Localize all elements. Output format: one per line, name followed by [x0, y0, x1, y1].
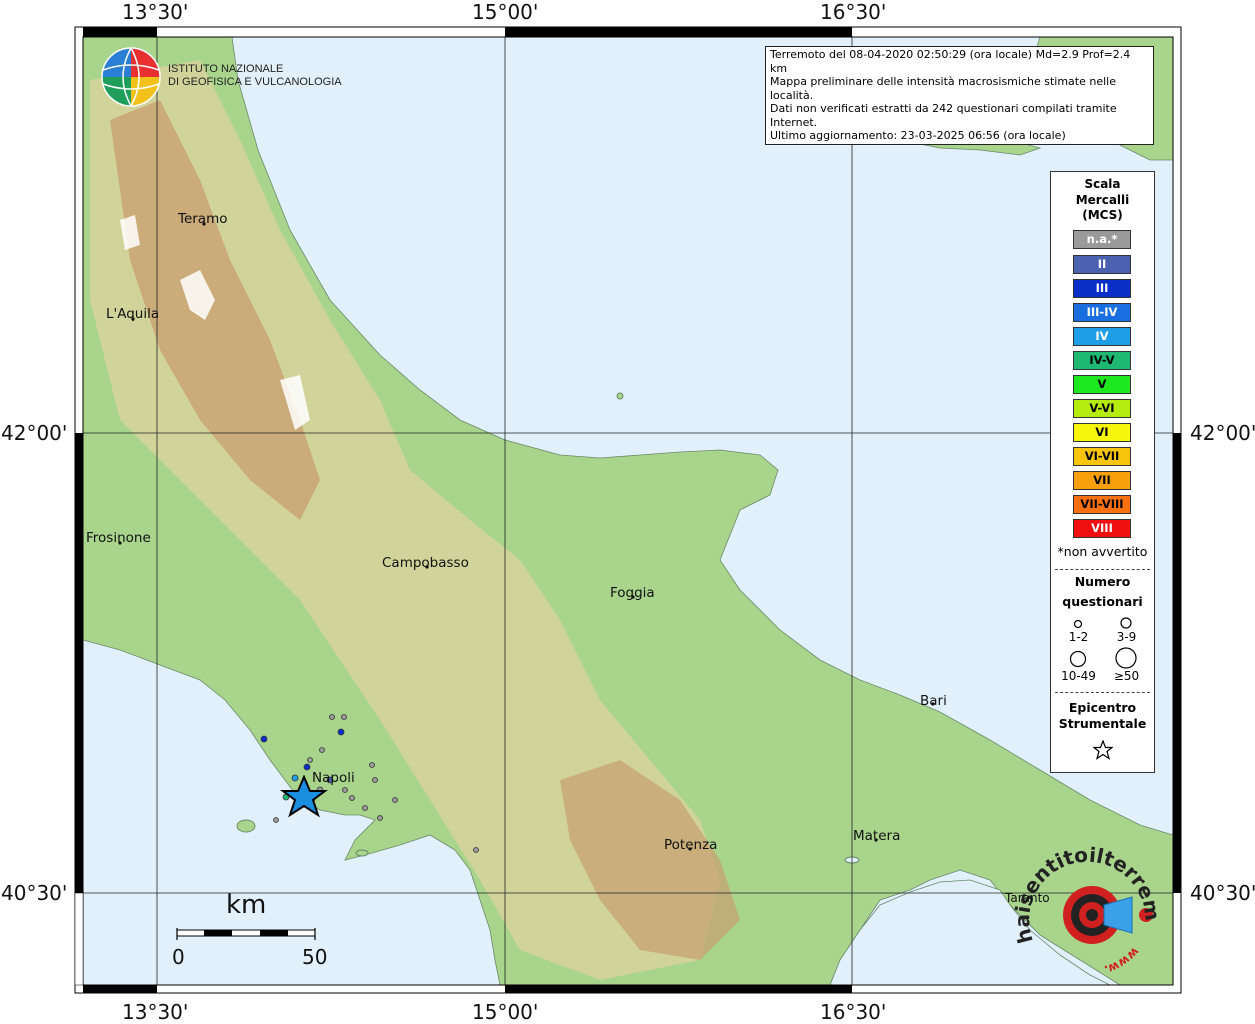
city-label-napoli: Napoli: [312, 770, 355, 786]
city-label-foggia: Foggia: [610, 585, 655, 601]
legend-title-line-2: Mercalli: [1075, 192, 1130, 207]
city-label-potenza: Potenza: [664, 837, 718, 853]
legend-mcs-item: III: [1073, 279, 1131, 298]
count-symbol-medium: [1120, 617, 1132, 629]
lat-label-left-2: 40°30': [1, 881, 68, 905]
legend-mcs-item: VII: [1073, 471, 1131, 490]
city-label-matera: Matera: [853, 828, 901, 844]
legend-mcs-item: n.a.*: [1073, 230, 1131, 249]
ingv-logo-icon: [101, 47, 161, 107]
earthquake-info-box: Terremoto del 08-04-2020 02:50:29 (ora l…: [765, 46, 1154, 145]
legend-count-title-2: questionari: [1062, 594, 1143, 609]
lat-label-right-1: 42°00': [1190, 421, 1255, 445]
island-ischia: [236, 819, 256, 833]
lon-label-bottom-2: 15°00': [472, 1000, 539, 1024]
logo-line-1: ISTITUTO NAZIONALE: [168, 63, 284, 75]
legend-divider-2: [1055, 692, 1150, 693]
scale-right-value: 50: [302, 945, 328, 969]
scale-left-value: 0: [172, 945, 185, 969]
count-symbol-xlarge: [1115, 647, 1137, 669]
city-label-bari: Bari: [920, 693, 947, 709]
lon-label-top-1: 13°30': [122, 0, 189, 24]
count-symbol-small: [1073, 619, 1083, 629]
lat-label-right-2: 40°30': [1190, 881, 1255, 905]
city-label-frosinone: Frosinone: [86, 530, 151, 546]
info-line-4: Ultimo aggiornamento: 23-03-2025 06:56 (…: [770, 129, 1066, 142]
legend-title-line-1: Scala: [1084, 177, 1121, 191]
legend-epicenter-title-2: Strumentale: [1058, 716, 1147, 731]
count-symbol-large: [1069, 650, 1087, 668]
count-label-3-9: 3-9: [1116, 630, 1137, 644]
legend-mcs-item: VIII: [1073, 519, 1131, 538]
city-label-teramo: Teramo: [178, 211, 228, 227]
legend-mcs-item: IV: [1073, 327, 1131, 346]
legend-mcs-item: V: [1073, 375, 1131, 394]
lon-label-top-3: 16°30': [820, 0, 887, 24]
legend-not-felt-note: *non avvertito: [1057, 544, 1148, 559]
count-label-50-plus: ≥50: [1113, 669, 1140, 683]
logo-line-2: DI GEOFISICA E VULCANOLOGIA: [168, 76, 342, 88]
info-line-2: Mappa preliminare delle intensità macros…: [770, 75, 1116, 102]
lon-label-bottom-1: 13°30': [122, 1000, 189, 1024]
lat-label-left-1: 42°00': [1, 421, 68, 445]
city-label-laquila: L'Aquila: [106, 306, 160, 322]
mcs-legend: Scala Mercalli (MCS) n.a.* II III III-IV IV I…: [1050, 171, 1155, 773]
legend-mcs-item: V-VI: [1073, 399, 1131, 418]
legend-mcs-item: VI-VII: [1073, 447, 1131, 466]
lon-label-top-2: 15°00': [472, 0, 539, 24]
legend-mcs-item: II: [1073, 255, 1131, 274]
legend-divider-1: [1055, 569, 1150, 570]
legend-mcs-item: VI: [1073, 423, 1131, 442]
city-label-campobasso: Campobasso: [382, 555, 469, 571]
ingv-logo-text: ISTITUTO NAZIONALE DI GEOFISICA E VULCAN…: [168, 63, 342, 89]
info-line-3: Dati non verificati estratti da 242 ques…: [770, 102, 1117, 129]
legend-epicenter-star-icon: [1093, 740, 1113, 760]
legend-mcs-item: III-IV: [1073, 303, 1131, 322]
scale-unit-label: km: [226, 890, 267, 920]
legend-epicenter-title-1: Epicentro: [1068, 700, 1137, 715]
city-label-taranto: Taranto: [1005, 891, 1050, 905]
legend-title: Scala Mercalli (MCS): [1051, 177, 1154, 224]
lon-label-bottom-3: 16°30': [820, 1000, 887, 1024]
info-line-1: Terremoto del 08-04-2020 02:50:29 (ora l…: [770, 48, 1131, 75]
legend-mcs-item: IV-V: [1073, 351, 1131, 370]
legend-title-line-3: (MCS): [1082, 208, 1123, 222]
island-capri: [355, 849, 369, 857]
legend-count-title-1: Numero: [1074, 574, 1131, 589]
legend-mcs-item: VII-VIII: [1073, 495, 1131, 514]
tremiti-island: [616, 392, 624, 400]
